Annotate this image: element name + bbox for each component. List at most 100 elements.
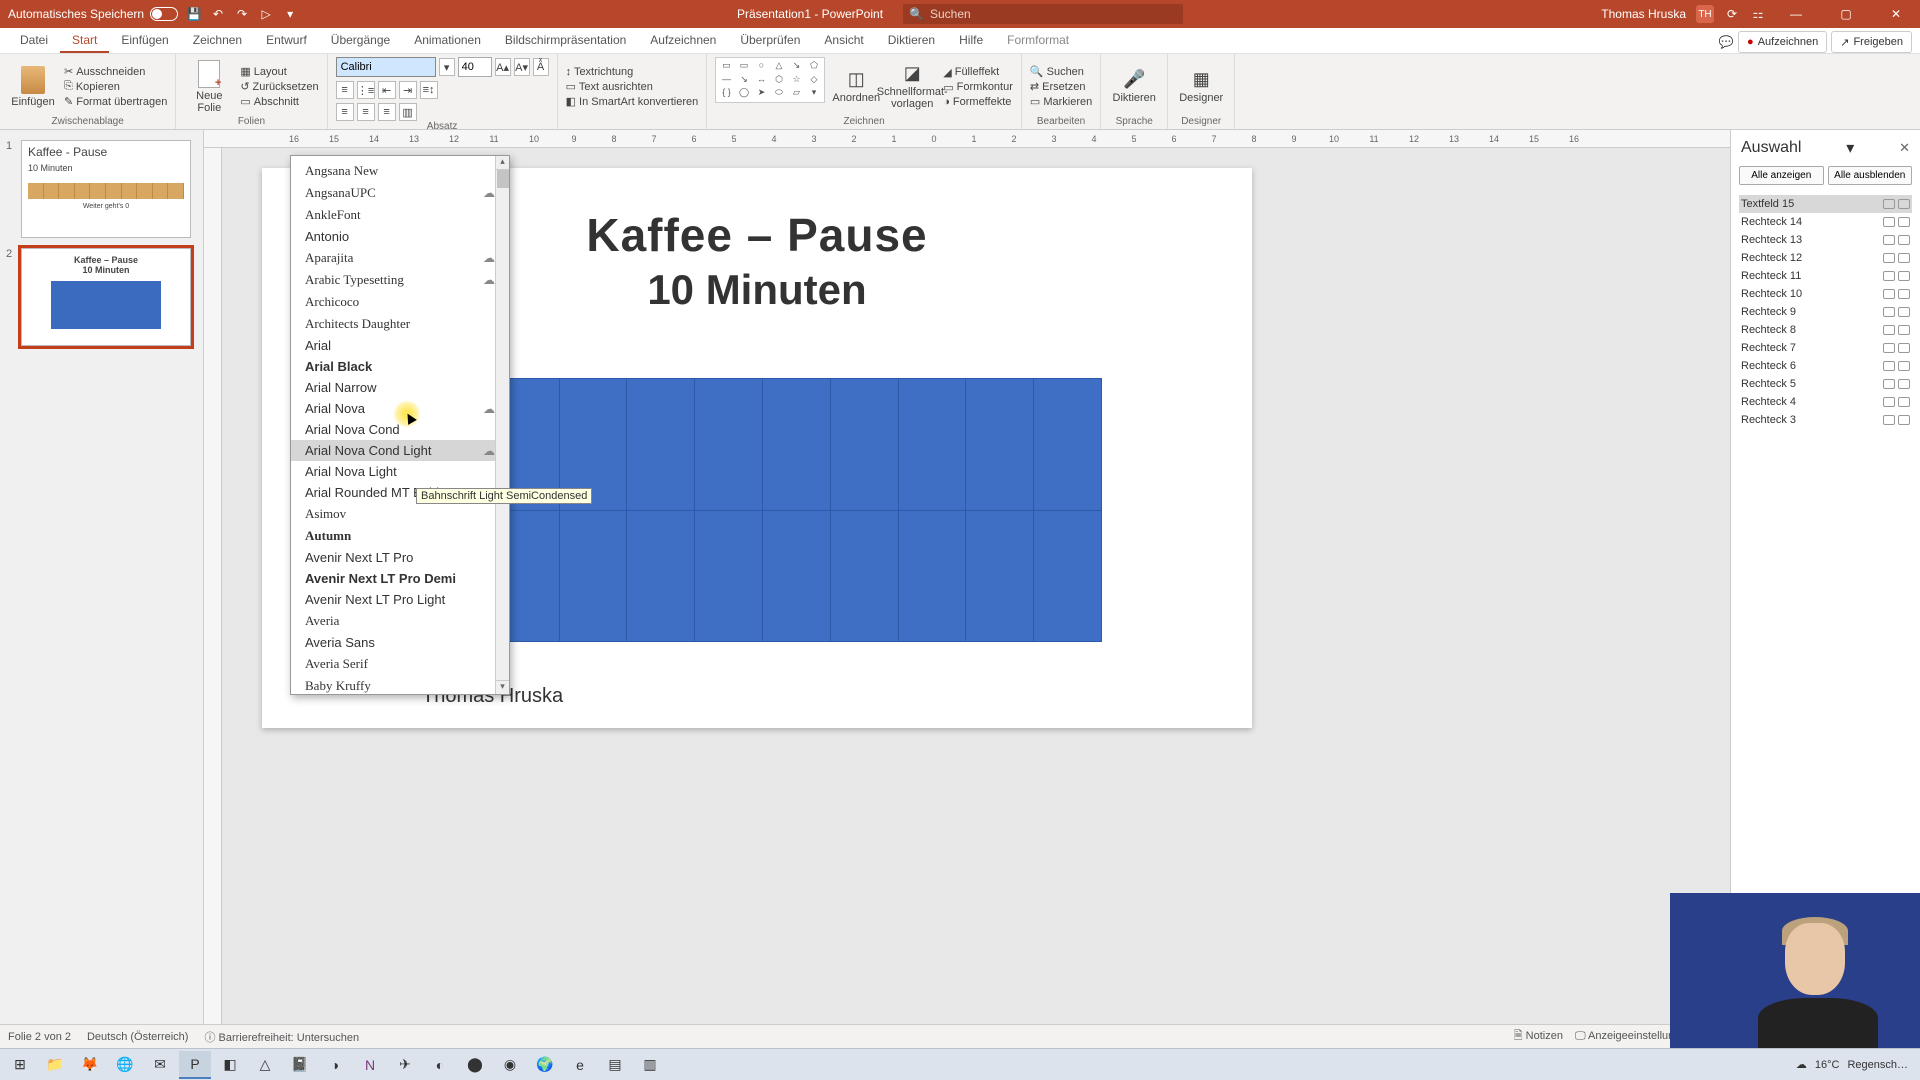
bullets-button[interactable]: ≡ (336, 81, 354, 99)
autosave-toggle[interactable]: Automatisches Speichern (8, 7, 178, 21)
font-option[interactable]: Arial Black (291, 356, 509, 377)
font-option[interactable]: Aparajita☁ (291, 247, 509, 269)
notes-button[interactable]: 🗎 Notizen (1514, 1027, 1563, 1046)
layout-button[interactable]: ▦ Layout (240, 65, 318, 78)
copy-button[interactable]: ⎘ Kopieren (64, 80, 167, 93)
align-center-button[interactable]: ≡ (357, 103, 375, 121)
selection-pane-dropdown[interactable]: ▾ (1846, 138, 1854, 158)
tab-entwurf[interactable]: Entwurf (254, 27, 319, 53)
tab-formformat[interactable]: Formformat (995, 27, 1081, 53)
font-option[interactable]: Avenir Next LT Pro Demi (291, 568, 509, 589)
cut-button[interactable]: ✂ Ausschneiden (64, 65, 167, 78)
numbering-button[interactable]: ⋮≡ (357, 81, 375, 99)
app-icon-6[interactable]: ▤ (599, 1051, 631, 1079)
selection-item[interactable]: Rechteck 6 (1739, 357, 1912, 375)
selection-pane-close[interactable]: ✕ (1899, 140, 1910, 156)
font-option[interactable]: Arial Nova Cond Light☁ (291, 440, 509, 461)
font-option[interactable]: Architects Daughter (291, 313, 509, 335)
select-button[interactable]: ▭ Markieren (1030, 95, 1092, 108)
slideshow-icon[interactable]: ▷ (258, 6, 274, 22)
close-button[interactable]: ✕ (1876, 0, 1916, 28)
tab-animationen[interactable]: Animationen (402, 27, 493, 53)
app-icon-2[interactable]: ◑ (319, 1051, 351, 1079)
scroll-thumb[interactable] (497, 170, 509, 188)
align-left-button[interactable]: ≡ (336, 103, 354, 121)
explorer-icon[interactable]: 📁 (39, 1051, 71, 1079)
tab-ansicht[interactable]: Ansicht (812, 27, 875, 53)
quick-styles-button[interactable]: ◪Schnellformat- vorlagen (887, 57, 937, 116)
decrease-font-button[interactable]: A▾ (514, 58, 530, 76)
selection-item[interactable]: Rechteck 11 (1739, 267, 1912, 285)
record-button[interactable]: ●Aufzeichnen (1738, 31, 1827, 53)
dictate-button[interactable]: 🎤Diktieren (1109, 57, 1159, 116)
font-name-input[interactable] (336, 57, 436, 77)
tab-diktieren[interactable]: Diktieren (876, 27, 947, 53)
weather-temp[interactable]: 16°C (1815, 1059, 1840, 1071)
font-size-input[interactable] (458, 57, 492, 77)
shape-fill-button[interactable]: ◢ Fülleffekt (943, 66, 1013, 79)
tab-einfuegen[interactable]: Einfügen (109, 27, 180, 53)
selection-item[interactable]: Rechteck 3 (1739, 411, 1912, 429)
tab-aufzeichnen[interactable]: Aufzeichnen (638, 27, 728, 53)
sync-icon[interactable]: ⟳ (1724, 6, 1740, 22)
font-option[interactable]: Arial Nova☁ (291, 398, 509, 419)
font-option[interactable]: Avenir Next LT Pro (291, 547, 509, 568)
tab-hilfe[interactable]: Hilfe (947, 27, 995, 53)
font-option[interactable]: Averia Serif (291, 653, 509, 675)
font-dropdown[interactable]: Angsana NewAngsanaUPC☁AnkleFontAntonioAp… (290, 155, 510, 695)
firefox-icon[interactable]: 🦊 (74, 1051, 106, 1079)
telegram-icon[interactable]: ✈ (389, 1051, 421, 1079)
selection-item[interactable]: Rechteck 7 (1739, 339, 1912, 357)
font-option[interactable]: Asimov (291, 503, 509, 525)
share-button[interactable]: ↗Freigeben (1831, 31, 1912, 53)
status-accessibility[interactable]: ⓘ Barrierefreiheit: Untersuchen (204, 1029, 359, 1045)
smartart-button[interactable]: ◧ In SmartArt konvertieren (566, 95, 699, 108)
tab-zeichnen[interactable]: Zeichnen (181, 27, 254, 53)
app-icon-4[interactable]: ◉ (494, 1051, 526, 1079)
app-icon-3[interactable]: ◐ (424, 1051, 456, 1079)
tab-uebergaenge[interactable]: Übergänge (319, 27, 402, 53)
font-option[interactable]: Baby Kruffy (291, 675, 509, 697)
line-spacing-button[interactable]: ≡↕ (420, 81, 438, 99)
designer-button[interactable]: ▦Designer (1176, 57, 1226, 116)
format-painter-button[interactable]: ✎ Format übertragen (64, 95, 167, 108)
shape-outline-button[interactable]: ▭ Formkontur (943, 81, 1013, 94)
selection-item[interactable]: Textfeld 15 (1739, 195, 1912, 213)
new-slide-button[interactable]: Neue Folie (184, 57, 234, 116)
font-option[interactable]: Archicoco (291, 291, 509, 313)
shape-effects-button[interactable]: ◑ Formeffekte (943, 96, 1013, 108)
replace-button[interactable]: ⇄ Ersetzen (1030, 80, 1092, 93)
increase-font-button[interactable]: A▴ (495, 58, 511, 76)
start-button[interactable]: ⊞ (4, 1051, 36, 1079)
vlc-icon[interactable]: △ (249, 1051, 281, 1079)
text-direction-button[interactable]: ↕ Textrichtung (566, 66, 699, 78)
weather-icon[interactable]: ☁ (1796, 1058, 1807, 1071)
shapes-gallery[interactable]: ▭▭○△↘⬠ —↘↔⬡☆◇ { }◯➤⬭▱▾ (715, 57, 825, 103)
font-option[interactable]: Arial Nova Light (291, 461, 509, 482)
status-slide[interactable]: Folie 2 von 2 (8, 1031, 71, 1043)
selection-item[interactable]: Rechteck 5 (1739, 375, 1912, 393)
font-option[interactable]: Autumn (291, 525, 509, 547)
comments-icon[interactable]: 💬 (1718, 34, 1734, 50)
font-option[interactable]: Avenir Next LT Pro Light (291, 589, 509, 610)
text-align-button[interactable]: ▭ Text ausrichten (566, 80, 699, 93)
font-dropdown-button[interactable]: ▾ (439, 58, 455, 76)
find-button[interactable]: 🔍 Suchen (1030, 65, 1092, 78)
font-option[interactable]: Antonio (291, 226, 509, 247)
app-icon-1[interactable]: ◧ (214, 1051, 246, 1079)
app-icon-5[interactable]: 🌍 (529, 1051, 561, 1079)
font-option[interactable]: Arial (291, 335, 509, 356)
window-options-icon[interactable]: ⚏ (1750, 6, 1766, 22)
show-all-button[interactable]: Alle anzeigen (1739, 166, 1824, 185)
font-option[interactable]: Arial Nova Cond (291, 419, 509, 440)
weather-text[interactable]: Regensch… (1847, 1059, 1908, 1071)
maximize-button[interactable]: ▢ (1826, 0, 1866, 28)
selection-item[interactable]: Rechteck 14 (1739, 213, 1912, 231)
arrange-button[interactable]: ◫Anordnen (831, 57, 881, 116)
outlook-icon[interactable]: ✉ (144, 1051, 176, 1079)
indent-left-button[interactable]: ⇤ (378, 81, 396, 99)
tab-datei[interactable]: Datei (8, 27, 60, 53)
redo-icon[interactable]: ↷ (234, 6, 250, 22)
font-option[interactable]: Arial Narrow (291, 377, 509, 398)
scroll-up-button[interactable]: ▴ (496, 156, 509, 170)
